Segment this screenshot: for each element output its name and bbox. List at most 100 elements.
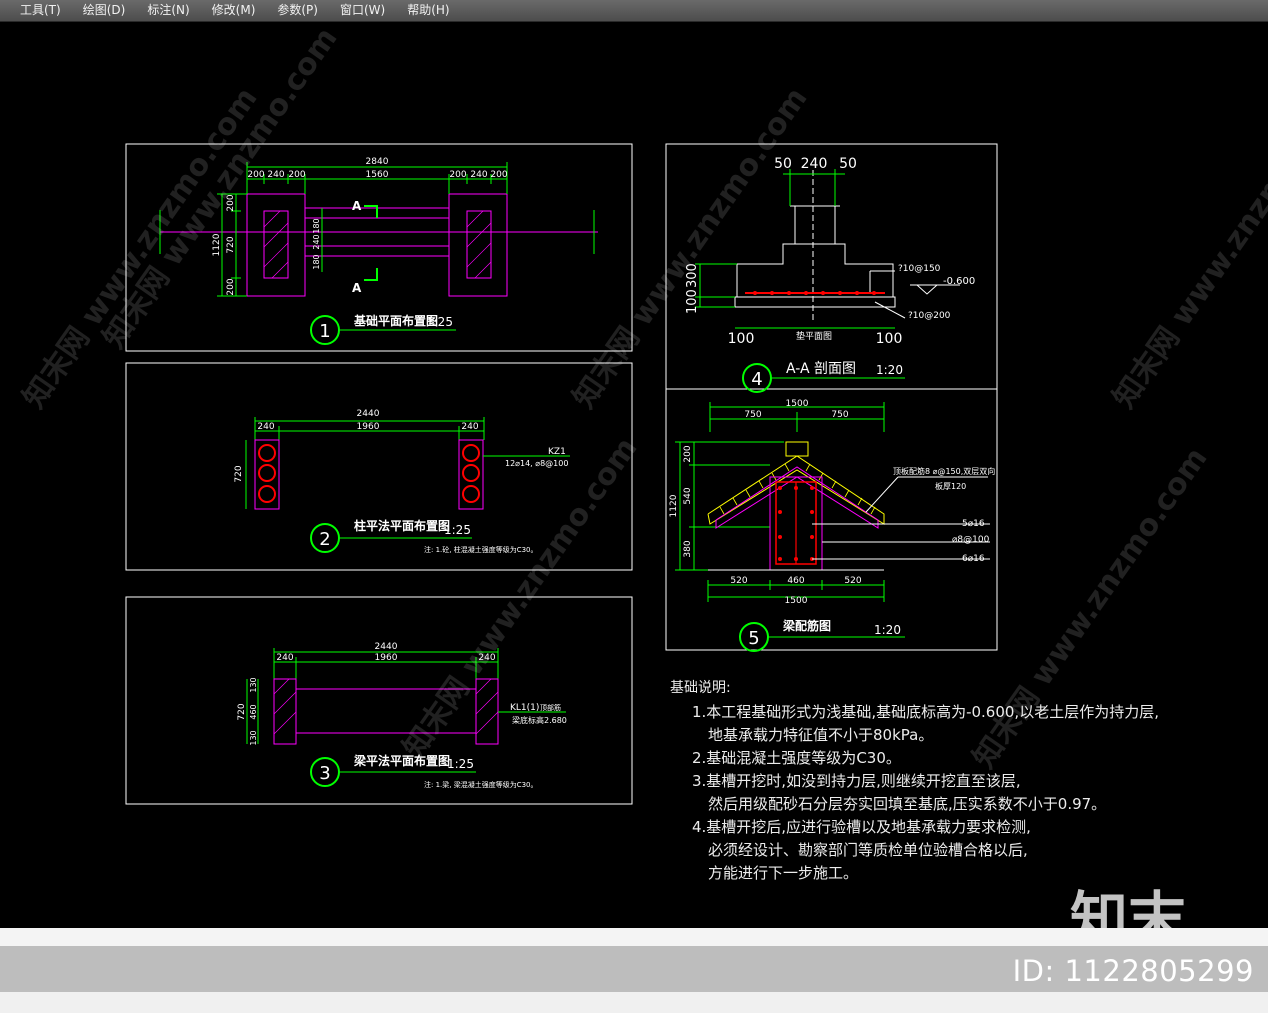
svg-text:2: 2 [319, 529, 330, 550]
column-right [466, 210, 492, 279]
notes-title: 基础说明: [670, 680, 731, 696]
footing-right [448, 193, 508, 297]
svg-text:100: 100 [728, 331, 755, 347]
svg-text:1:20: 1:20 [876, 363, 903, 377]
svg-text:240: 240 [478, 653, 495, 663]
svg-text:50: 50 [774, 156, 792, 172]
drawing-canvas[interactable]: 2840 200 240 200 1560 200 240 200 1120 2… [0, 22, 1268, 928]
dim-1-total: 2840 [366, 157, 389, 167]
notes-line: 必须经设计、勘察部门等质检单位验槽合格以后, [708, 841, 1028, 859]
notes-line: 4.基槽开挖后,应进行验槽以及地基承载力要求检测, [692, 818, 1031, 836]
svg-text:720: 720 [237, 703, 247, 720]
svg-text:KL1(1): KL1(1) [510, 703, 539, 713]
foundation-notes: 基础说明: 1.本工程基础形式为浅基础,基础底标高为-0.600,以老土层作为持… [670, 677, 1159, 885]
svg-text:50: 50 [839, 156, 857, 172]
svg-text:1120: 1120 [669, 494, 679, 517]
menu-draw[interactable]: 绘图(D) [72, 0, 137, 21]
menu-bar: 工具(T) 绘图(D) 标注(N) 修改(M) 参数(P) 窗口(W) 帮助(H… [0, 0, 1268, 22]
svg-text:200: 200 [247, 170, 264, 180]
menu-help[interactable]: 帮助(H) [396, 0, 460, 21]
svg-text:2440: 2440 [357, 409, 380, 419]
svg-text:520: 520 [730, 576, 747, 586]
svg-text:180: 180 [312, 218, 321, 233]
svg-text:3: 3 [319, 763, 330, 784]
svg-text:100: 100 [685, 289, 700, 314]
section-mark-bottom: A [352, 281, 362, 295]
svg-text:12⌀14, ⌀8@100: 12⌀14, ⌀8@100 [505, 459, 568, 468]
svg-text:200: 200 [226, 278, 236, 295]
menu-modify[interactable]: 修改(M) [201, 0, 267, 21]
svg-text:750: 750 [831, 410, 848, 420]
svg-text:200: 200 [226, 194, 236, 211]
svg-text:1:25: 1:25 [447, 757, 474, 771]
svg-text:1: 1 [319, 321, 330, 342]
svg-text:1:20: 1:20 [874, 623, 901, 637]
svg-text:240: 240 [276, 653, 293, 663]
svg-text:300: 300 [685, 263, 700, 288]
svg-text:200: 200 [490, 170, 507, 180]
notes-line: 然后用级配砂石分层夯实回填至基底,压实系数不小于0.97。 [708, 795, 1107, 813]
svg-text:460: 460 [249, 704, 258, 719]
notes-line: 3.基槽开挖时,如没到持力层,则继续开挖直至该层, [692, 772, 1021, 790]
svg-text:?10@200: ?10@200 [908, 311, 951, 321]
column-left [263, 210, 289, 279]
svg-text:4: 4 [751, 369, 762, 390]
svg-text:板厚120: 板厚120 [935, 481, 966, 491]
drawing-5-title: 梁配筋图 [782, 618, 831, 633]
svg-text:顶板配筋8 ⌀@150,双层双向: 顶板配筋8 ⌀@150,双层双向 [893, 466, 995, 476]
svg-text:1960: 1960 [357, 422, 380, 432]
frame-drawing-5 [665, 388, 998, 651]
svg-text:240: 240 [461, 422, 478, 432]
beam-support-left [273, 678, 297, 745]
svg-text:5⌀16: 5⌀16 [962, 519, 985, 529]
svg-text:130: 130 [249, 730, 258, 745]
svg-text:1500: 1500 [785, 596, 808, 606]
menu-params[interactable]: 参数(P) [266, 0, 329, 21]
frame-drawing-3 [125, 596, 633, 805]
svg-text:-0.600: -0.600 [943, 276, 975, 287]
notes-line: 1.本工程基础形式为浅基础,基础底标高为-0.600,以老土层作为持力层, [692, 703, 1159, 721]
svg-text:380: 380 [683, 540, 693, 557]
svg-text:240: 240 [470, 170, 487, 180]
svg-text:750: 750 [744, 410, 761, 420]
status-strip [0, 928, 1268, 946]
footing-left [246, 193, 306, 297]
svg-text:1560: 1560 [366, 170, 389, 180]
svg-text:240: 240 [801, 156, 828, 172]
svg-text:200: 200 [449, 170, 466, 180]
beam-support-right [475, 678, 499, 745]
svg-text:梁底标高2.680: 梁底标高2.680 [512, 715, 567, 725]
image-id-label: ID: 1122805299 [1012, 954, 1254, 988]
svg-text:注: 1.砼, 柱混凝土强度等级为C30。: 注: 1.砼, 柱混凝土强度等级为C30。 [424, 545, 538, 554]
section-mark-top: A [352, 199, 362, 213]
svg-text:顶部筋: 顶部筋 [540, 703, 561, 712]
svg-text:2440: 2440 [375, 642, 398, 652]
svg-text:720: 720 [234, 465, 244, 482]
svg-text:460: 460 [787, 576, 804, 586]
svg-text:130: 130 [249, 677, 258, 692]
svg-text:1500: 1500 [786, 399, 809, 409]
svg-text:垫平面图: 垫平面图 [796, 330, 832, 342]
svg-text:6⌀16: 6⌀16 [962, 554, 985, 564]
svg-text:⌀8@100: ⌀8@100 [952, 535, 990, 545]
svg-text:240: 240 [267, 170, 284, 180]
menu-annotate[interactable]: 标注(N) [136, 0, 200, 21]
menu-tools[interactable]: 工具(T) [0, 0, 72, 21]
svg-text:1960: 1960 [375, 653, 398, 663]
svg-text:1:25: 1:25 [426, 315, 453, 329]
svg-text:200: 200 [288, 170, 305, 180]
drawing-3-title: 梁平法平面布置图 [353, 753, 450, 768]
svg-text:1120: 1120 [212, 233, 222, 256]
svg-text:720: 720 [226, 236, 236, 253]
drawing-2-title: 柱平法平面布置图 [354, 518, 450, 533]
svg-text:240: 240 [257, 422, 274, 432]
svg-text:KZ1: KZ1 [548, 447, 566, 457]
svg-text:540: 540 [683, 487, 693, 504]
notes-line: 2.基础混凝土强度等级为C30。 [692, 749, 901, 767]
svg-text:注: 1.梁, 梁混凝土强度等级为C30。: 注: 1.梁, 梁混凝土强度等级为C30。 [424, 780, 538, 789]
svg-text:?10@150: ?10@150 [898, 264, 941, 274]
svg-text:100: 100 [876, 331, 903, 347]
menu-window[interactable]: 窗口(W) [329, 0, 396, 21]
svg-text:520: 520 [844, 576, 861, 586]
svg-text:200: 200 [683, 445, 693, 462]
